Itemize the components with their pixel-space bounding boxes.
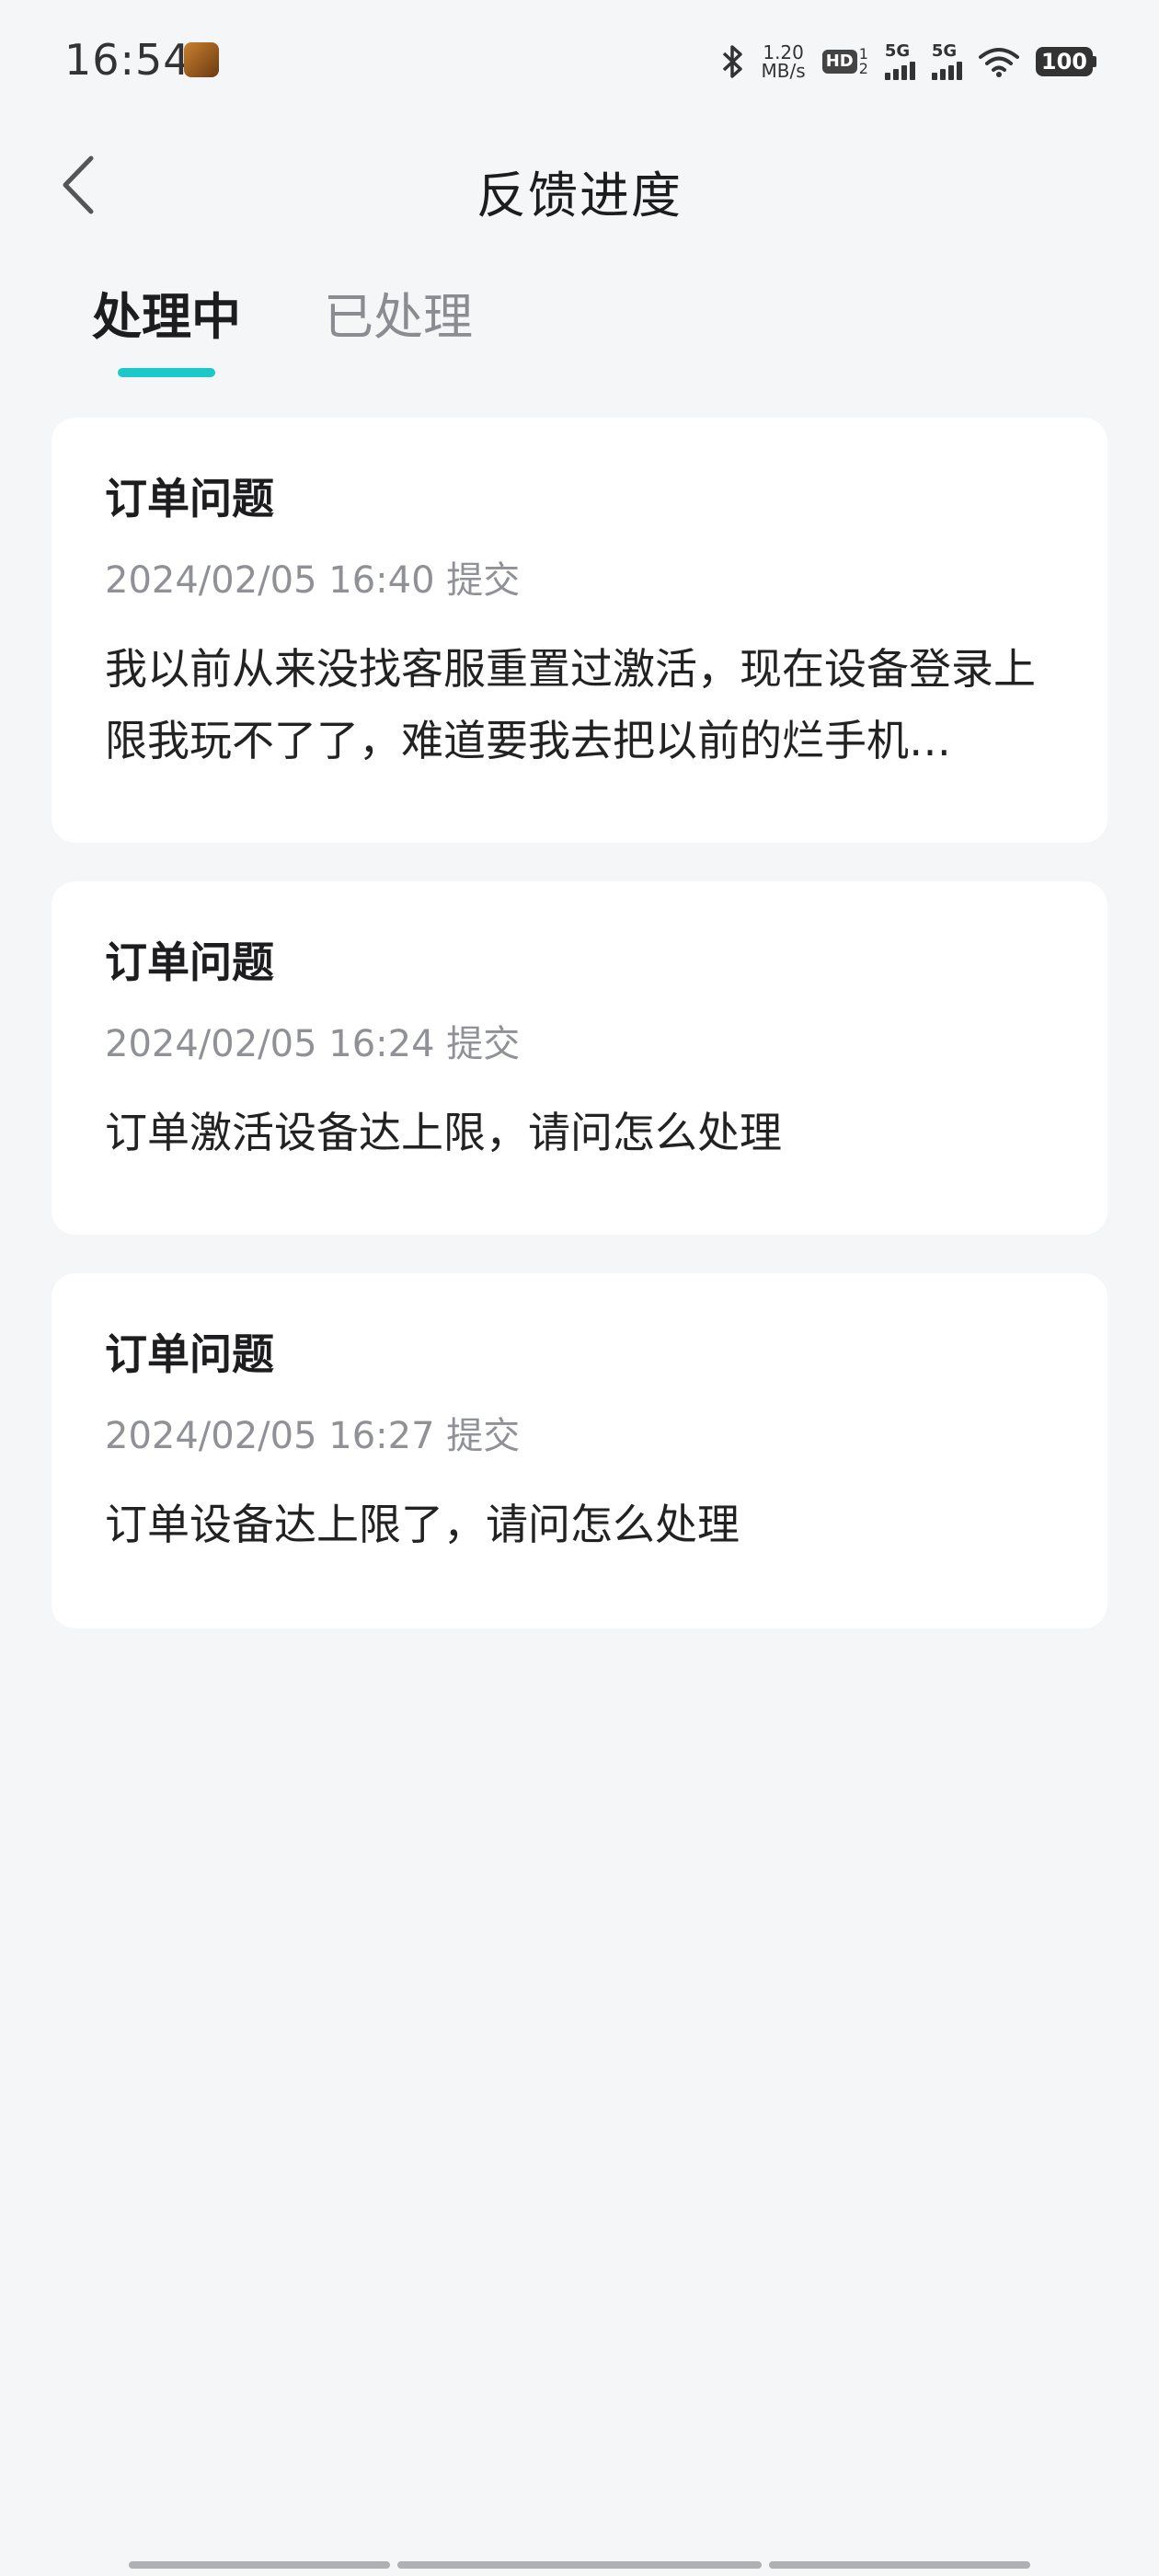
page-title: 反馈进度	[476, 167, 683, 224]
card-time: 2024/02/05 16:24 提交	[105, 1023, 521, 1065]
status-bar: 16:54 1.20 MB/s HD 1 2 5G 5G 100	[0, 0, 1159, 120]
status-time: 16:54	[64, 35, 191, 85]
feedback-card[interactable]: 订单问题 2024/02/05 16:27 提交 订单设备达上限了，请问怎么处理	[52, 1273, 1107, 1628]
tab-processing-label: 处理中	[92, 288, 241, 346]
feedback-card[interactable]: 订单问题 2024/02/05 16:24 提交 订单激活设备达上限，请问怎么处…	[52, 881, 1107, 1235]
header: 反馈进度	[0, 138, 1159, 230]
signal-icon: 5G	[884, 41, 915, 80]
signal-icon-2: 5G	[931, 41, 962, 80]
card-content: 我以前从来没找客服重置过激活，现在设备登录上限我玩不了了，难道要我去把以前的烂手…	[105, 644, 1036, 765]
tab-processing[interactable]: 处理中	[92, 276, 241, 377]
hd-label: HD	[821, 50, 857, 74]
wifi-icon	[978, 46, 1019, 77]
card-title: 订单问题	[105, 937, 274, 987]
hd-icon: HD 1 2	[821, 47, 868, 77]
app-icon	[184, 42, 219, 77]
battery-level: 100	[1035, 47, 1093, 76]
signal-bars-2	[931, 60, 962, 80]
signal-label: 5G	[884, 41, 911, 61]
card-time: 2024/02/05 16:27 提交	[105, 1415, 521, 1457]
hd-sub-bottom: 2	[858, 60, 868, 77]
battery-icon: 100	[1035, 47, 1096, 76]
network-speed-value: 1.20	[763, 41, 804, 63]
tab-indicator	[118, 368, 215, 377]
card-title: 订单问题	[105, 474, 274, 523]
signal-bars	[884, 60, 915, 80]
network-speed-unit: MB/s	[761, 60, 806, 82]
card-content: 订单设备达上限了，请问怎么处理	[105, 1500, 740, 1549]
tab-processed-label: 已处理	[324, 288, 473, 346]
bluetooth-icon	[721, 44, 745, 79]
card-content: 订单激活设备达上限，请问怎么处理	[105, 1108, 782, 1157]
status-icons: 1.20 MB/s HD 1 2 5G 5G 100	[721, 39, 1096, 85]
tab-bar: 处理中 已处理	[92, 276, 473, 386]
signal-label-2: 5G	[931, 41, 958, 61]
card-title: 订单问题	[105, 1329, 274, 1379]
network-speed: 1.20 MB/s	[762, 43, 806, 80]
home-indicator[interactable]	[129, 2561, 1030, 2569]
card-time: 2024/02/05 16:40 提交	[105, 559, 521, 602]
tab-processed[interactable]: 已处理	[324, 276, 473, 377]
feedback-card[interactable]: 订单问题 2024/02/05 16:40 提交 我以前从来没找客服重置过激活，…	[52, 418, 1107, 843]
